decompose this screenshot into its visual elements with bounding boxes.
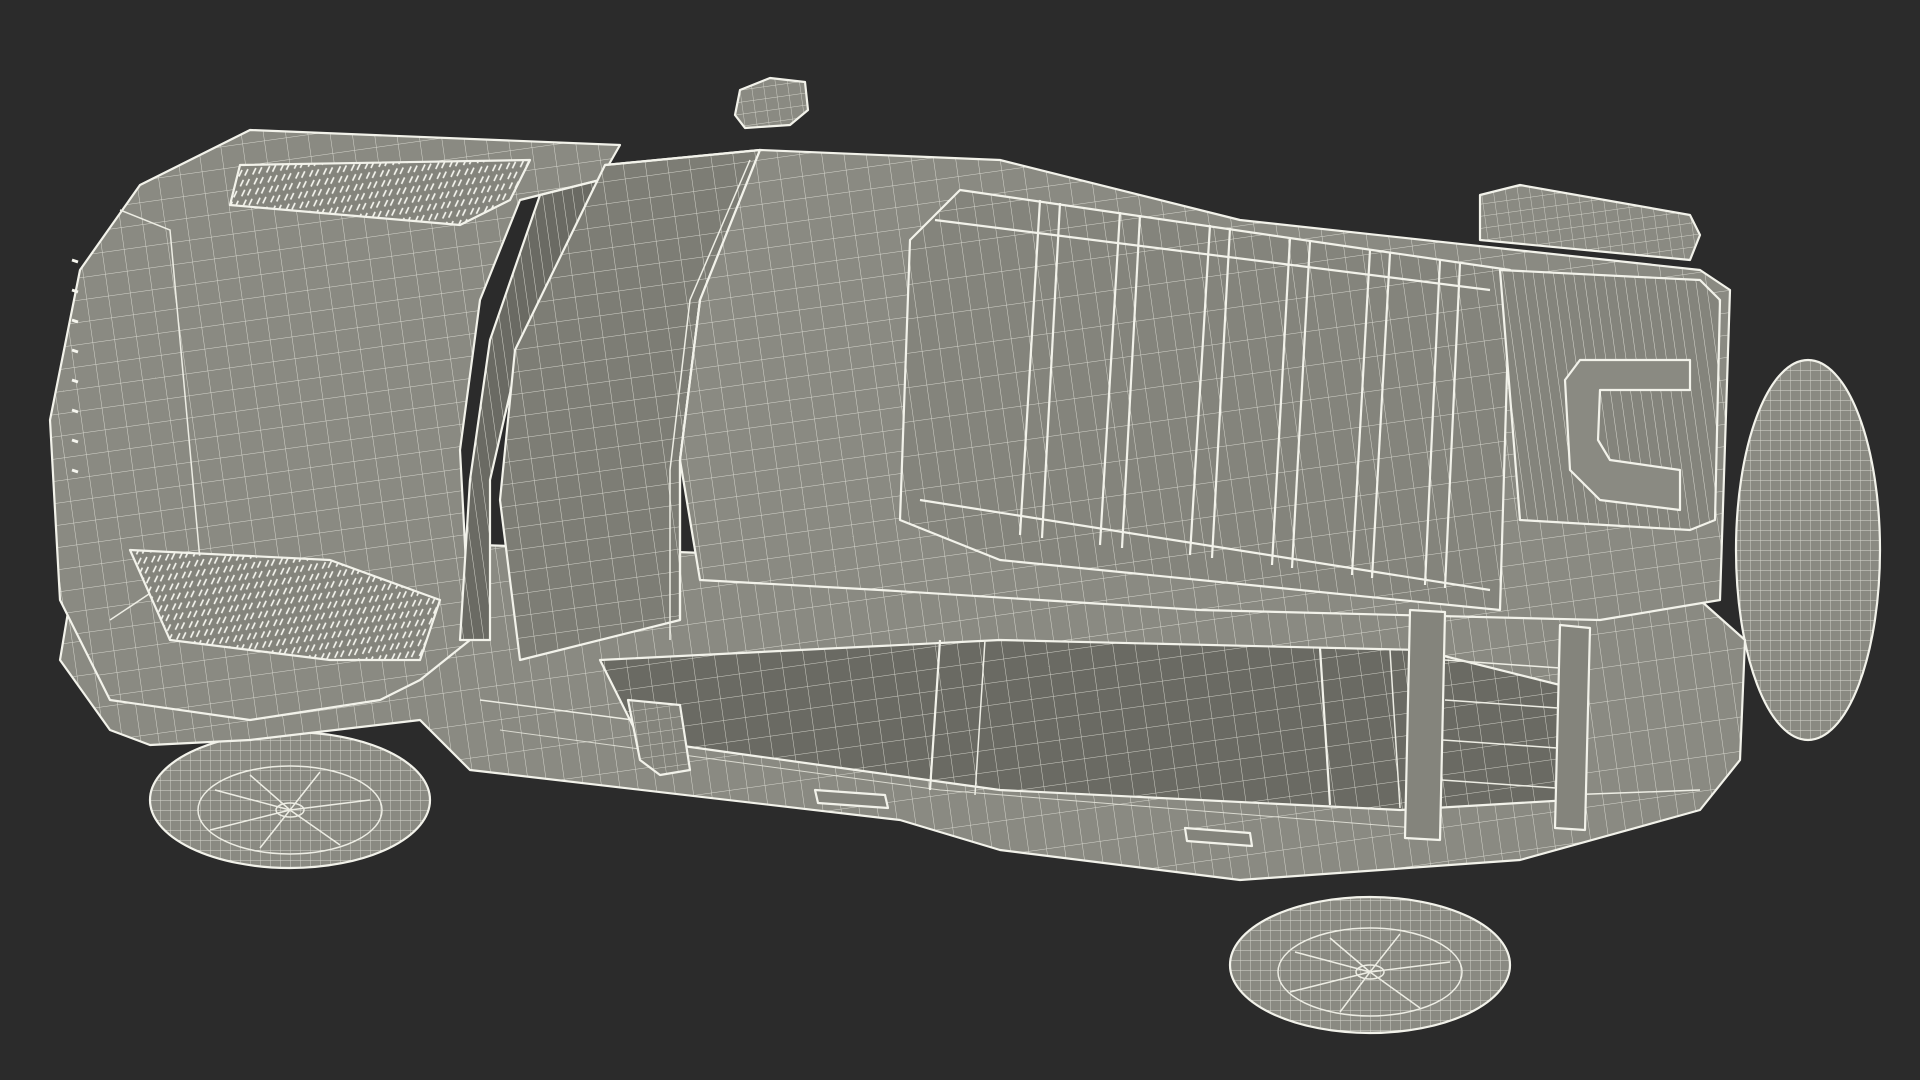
front-wheel	[148, 730, 432, 870]
suv-wireframe-render	[48, 76, 1882, 1035]
rear-wheel	[1228, 895, 1512, 1035]
roof-antenna	[733, 76, 810, 130]
render-viewport	[0, 0, 1920, 1080]
spare-wheel	[1734, 358, 1882, 742]
